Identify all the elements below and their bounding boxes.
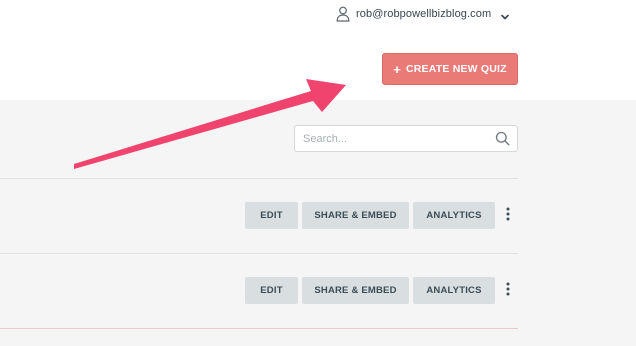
search-input[interactable] [295, 126, 485, 151]
create-new-quiz-label: CREATE NEW QUIZ [405, 63, 507, 75]
search-icon[interactable] [495, 131, 510, 146]
analytics-button[interactable]: ANALYTICS [413, 202, 495, 229]
plus-icon: + [393, 61, 401, 77]
analytics-button[interactable]: ANALYTICS [413, 277, 495, 304]
more-vertical-icon[interactable] [503, 281, 513, 297]
row-divider [0, 328, 518, 329]
account-menu[interactable]: rob@robpowellbizblog.com [336, 5, 510, 23]
more-vertical-icon[interactable] [503, 206, 513, 222]
user-icon [336, 6, 350, 22]
quiz-row: EDIT SHARE & EMBED ANALYTICS [0, 179, 518, 253]
top-bar: rob@robpowellbizblog.com + CREATE NEW QU… [0, 0, 636, 100]
search-box[interactable] [294, 125, 518, 152]
quiz-row: EDIT SHARE & EMBED ANALYTICS [0, 254, 518, 328]
account-email: rob@robpowellbizblog.com [356, 8, 492, 20]
create-new-quiz-button[interactable]: + CREATE NEW QUIZ [382, 53, 518, 85]
chevron-down-icon[interactable] [500, 9, 510, 20]
edit-button[interactable]: EDIT [245, 202, 298, 229]
edit-button[interactable]: EDIT [245, 277, 298, 304]
share-embed-button[interactable]: SHARE & EMBED [302, 202, 409, 229]
share-embed-button[interactable]: SHARE & EMBED [302, 277, 409, 304]
